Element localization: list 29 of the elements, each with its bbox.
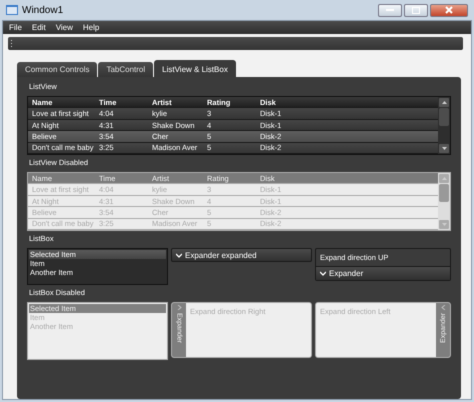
expander-header[interactable]: Expander expanded [171, 248, 312, 262]
tab[interactable]: ListView & ListBox [154, 60, 236, 77]
scroll-thumb[interactable] [439, 108, 449, 126]
tab[interactable]: Common Controls [17, 62, 98, 77]
close-button[interactable] [430, 4, 468, 16]
menu-item[interactable]: View [56, 23, 73, 32]
expander-header[interactable]: Expander [316, 266, 450, 280]
close-icon [445, 6, 453, 14]
chevron-icon [440, 305, 446, 310]
app-icon [6, 4, 18, 16]
up-arrow-icon [442, 101, 446, 104]
scroll-thumb [439, 184, 449, 202]
window-title: Window1 [22, 4, 64, 16]
scroll-down-button[interactable] [439, 144, 449, 153]
menu-item[interactable]: Help [82, 23, 100, 32]
menu-item[interactable]: File [9, 23, 22, 32]
menu-item[interactable]: Edit [32, 23, 46, 32]
maximize-icon [412, 6, 420, 14]
chevron-icon [176, 252, 182, 258]
up-arrow-icon [442, 177, 446, 180]
tab[interactable]: TabControl [98, 62, 154, 77]
maximize-button[interactable] [404, 4, 428, 16]
down-arrow-icon [442, 223, 446, 226]
scroll-up-button[interactable] [439, 98, 449, 107]
down-arrow-icon [442, 147, 446, 150]
scrollbar[interactable] [438, 97, 450, 154]
chevron-icon [176, 305, 182, 310]
chevron-icon [320, 271, 326, 276]
minimize-button[interactable] [378, 4, 402, 16]
